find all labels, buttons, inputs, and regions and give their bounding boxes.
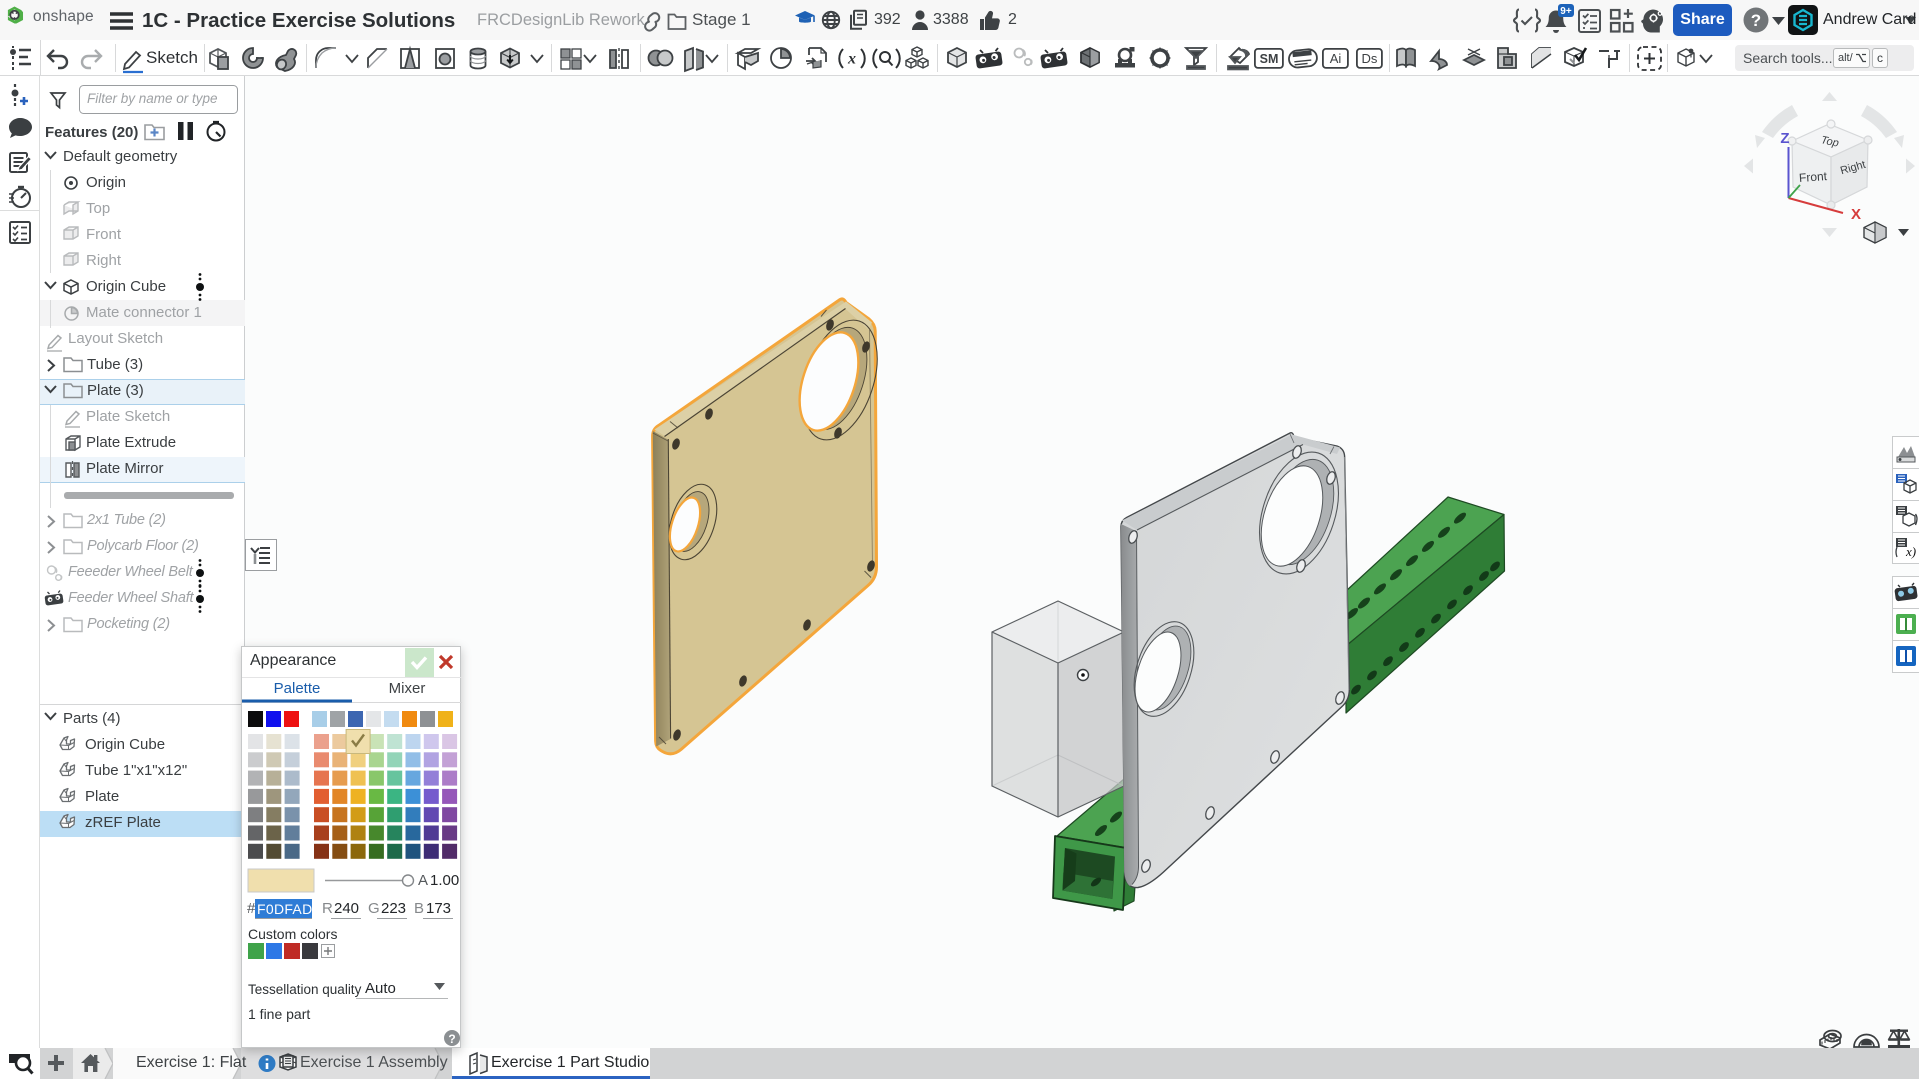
svg-text:9+: 9+ xyxy=(1560,6,1572,17)
svg-text:Ai: Ai xyxy=(1330,51,1342,66)
svg-text:x: x xyxy=(847,51,856,68)
svg-text:Ds: Ds xyxy=(1362,51,1378,66)
svg-text:?: ? xyxy=(448,1032,455,1046)
svg-text:X: X xyxy=(1851,206,1861,223)
svg-text:Front: Front xyxy=(1799,169,1829,185)
svg-text:Z: Z xyxy=(1780,130,1789,147)
svg-text:x): x) xyxy=(1905,544,1916,559)
svg-text:?: ? xyxy=(1751,11,1761,30)
svg-text:SM: SM xyxy=(1260,52,1279,66)
